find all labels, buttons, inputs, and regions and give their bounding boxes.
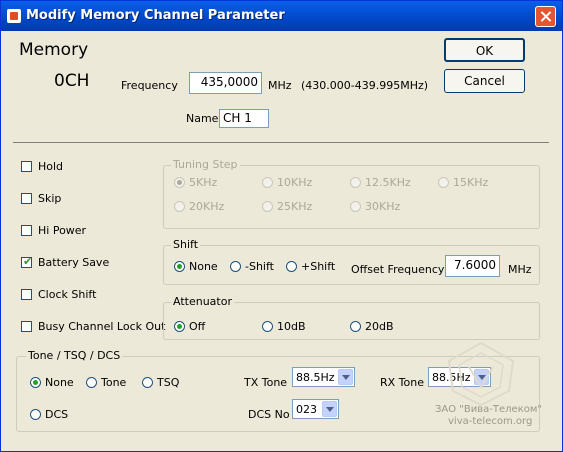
checkbox-box[interactable]: [21, 193, 32, 204]
frequency-label: Frequency: [121, 79, 178, 92]
tx-tone-select[interactable]: 88.5Hz: [292, 367, 355, 387]
checkbox-label: Hi Power: [38, 224, 87, 237]
checkbox-box[interactable]: [21, 321, 32, 332]
radio-label: 12.5KHz: [365, 176, 411, 189]
title-bar[interactable]: Modify Memory Channel Parameter: [1, 1, 562, 31]
offset-unit: MHz: [508, 263, 532, 276]
checkbox-box[interactable]: ✔: [21, 255, 33, 268]
tone-title: Tone / TSQ / DCS: [26, 349, 123, 362]
radio-tuning-25khz[interactable]: [262, 201, 273, 212]
checkbox-box[interactable]: [21, 225, 32, 236]
radio-tuning-15khz[interactable]: [438, 177, 449, 188]
ok-button[interactable]: OK: [444, 38, 525, 62]
radio-tone-dcs[interactable]: [30, 409, 41, 420]
radio-shift-none[interactable]: [174, 261, 185, 272]
radio-attenuator-off[interactable]: [174, 321, 185, 332]
memory-heading: Memory: [19, 40, 89, 60]
checkbox-label: Hold: [38, 160, 64, 173]
dcs-no-label: DCS No: [248, 408, 290, 421]
radio-label: 25KHz: [277, 200, 313, 213]
radio-label: 30KHz: [365, 200, 401, 213]
tuning-step-group: [163, 165, 540, 229]
tx-tone-value: 88.5Hz: [296, 371, 335, 384]
close-icon[interactable]: [535, 6, 556, 27]
radio-tone-tone[interactable]: [86, 377, 97, 388]
chevron-down-icon[interactable]: [338, 369, 353, 385]
tx-tone-label: TX Tone: [244, 376, 288, 389]
radio-label: 10KHz: [277, 176, 313, 189]
radio-tuning-10khz[interactable]: [262, 177, 273, 188]
radio-tone-none[interactable]: [30, 377, 41, 388]
radio-label: -Shift: [245, 260, 274, 273]
radio-attenuator-20db[interactable]: [350, 321, 361, 332]
window-title: Modify Memory Channel Parameter: [26, 8, 285, 23]
cancel-button[interactable]: Cancel: [444, 69, 525, 93]
radio-shift-plus[interactable]: [286, 261, 297, 272]
radio-label: 10dB: [277, 320, 306, 333]
watermark-company: ЗАО "Вива-Телеком": [435, 404, 542, 415]
radio-label: TSQ: [157, 376, 180, 389]
radio-tuning-12-5khz[interactable]: [350, 177, 361, 188]
chevron-down-icon[interactable]: [322, 401, 337, 417]
radio-attenuator-10db[interactable]: [262, 321, 273, 332]
radio-label: None: [189, 260, 218, 273]
radio-tuning-30khz[interactable]: [350, 201, 361, 212]
attenuator-title: Attenuator: [171, 295, 234, 308]
checkbox-label: Skip: [38, 192, 62, 205]
dcs-no-value: 023: [296, 403, 317, 416]
shift-title: Shift: [171, 238, 201, 251]
tuning-step-title: Tuning Step: [171, 158, 240, 171]
offset-frequency-input[interactable]: 7.6000: [445, 255, 500, 277]
checkbox-box[interactable]: [21, 289, 32, 300]
radio-label: 20dB: [365, 320, 394, 333]
dialog-window: Modify Memory Channel Parameter Memory 0…: [0, 0, 563, 452]
check-icon: ✔: [23, 255, 33, 268]
radio-label: None: [45, 376, 74, 389]
checkbox-label: Battery Save: [38, 256, 110, 269]
name-input[interactable]: CH 1: [219, 109, 269, 128]
watermark-site: viva-telecom.org: [448, 416, 533, 427]
radio-label: DCS: [45, 408, 69, 421]
radio-tone-tsq[interactable]: [142, 377, 153, 388]
dcs-no-select[interactable]: 023: [292, 399, 339, 419]
channel-number: 0CH: [54, 71, 90, 91]
app-icon: [7, 9, 21, 23]
checkbox-box[interactable]: [21, 161, 32, 172]
frequency-range: (430.000-439.995MHz): [301, 79, 429, 92]
divider: [13, 142, 549, 143]
radio-shift-minus[interactable]: [230, 261, 241, 272]
radio-label: Tone: [101, 376, 127, 389]
watermark-logo-icon: [447, 341, 515, 407]
radio-label: Off: [189, 320, 206, 333]
radio-label: 20KHz: [189, 200, 225, 213]
offset-frequency-label: Offset Frequency: [351, 263, 445, 276]
radio-label: 15KHz: [453, 176, 489, 189]
checkbox-label: Busy Channel Lock Out: [38, 320, 166, 333]
frequency-unit: MHz: [268, 79, 292, 92]
checkbox-label: Clock Shift: [38, 288, 97, 301]
radio-tuning-5khz[interactable]: [174, 177, 185, 188]
radio-label: 5KHz: [189, 176, 218, 189]
radio-label: +Shift: [301, 260, 336, 273]
frequency-input[interactable]: 435,0000: [189, 72, 262, 94]
name-label: Name: [186, 112, 219, 125]
radio-tuning-20khz[interactable]: [174, 201, 185, 212]
rx-tone-label: RX Tone: [380, 376, 424, 389]
